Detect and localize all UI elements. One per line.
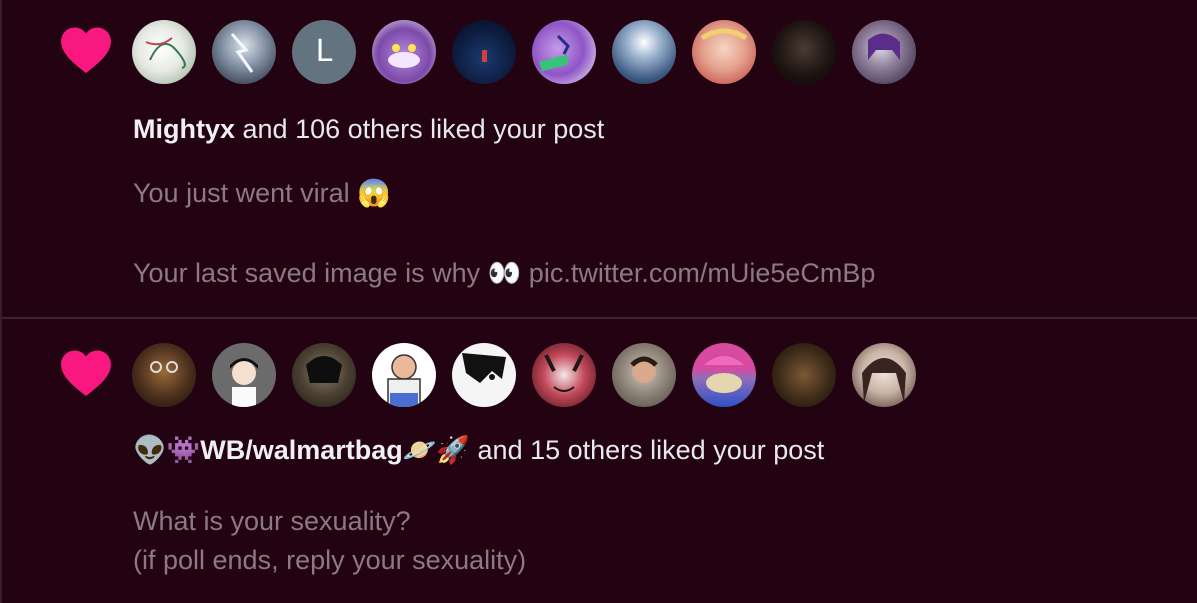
post-text-line-1: You just went viral 😱 xyxy=(133,178,391,208)
actor-name[interactable]: Mightyx xyxy=(133,114,235,144)
avatar[interactable] xyxy=(532,20,596,84)
post-text-line-2: (if poll ends, reply your sexuality) xyxy=(133,545,527,575)
avatar[interactable] xyxy=(292,343,356,407)
avatar-row xyxy=(132,343,916,407)
avatar[interactable] xyxy=(852,343,916,407)
actor-name[interactable]: WB/walmartbag xyxy=(200,435,403,465)
actor-suffix-emoji: 🪐🚀 xyxy=(402,435,471,466)
avatar[interactable] xyxy=(692,20,756,84)
like-summary: Mightyx and 106 others liked your post xyxy=(133,114,604,145)
heart-icon xyxy=(61,350,111,396)
avatar-row: L xyxy=(132,20,916,84)
avatar[interactable] xyxy=(612,20,676,84)
actor-prefix-emoji: 👽👾 xyxy=(133,435,201,466)
avatar[interactable] xyxy=(852,20,916,84)
avatar[interactable] xyxy=(452,343,516,407)
avatar[interactable] xyxy=(612,343,676,407)
heart-icon xyxy=(61,27,111,73)
avatar-letter: L xyxy=(315,34,333,69)
avatar[interactable] xyxy=(772,20,836,84)
notification-like-2[interactable]: 👽👾WB/walmartbag🪐🚀 and 15 others liked yo… xyxy=(2,319,1197,603)
action-text: and 15 others liked your post xyxy=(470,435,825,465)
avatar[interactable] xyxy=(212,20,276,84)
avatar[interactable]: L xyxy=(292,20,356,84)
avatar[interactable] xyxy=(372,343,436,407)
action-text: and 106 others liked your post xyxy=(235,114,605,144)
post-text-line-2: Your last saved image is why 👀 pic.twitt… xyxy=(133,258,876,288)
avatar[interactable] xyxy=(692,343,756,407)
avatar[interactable] xyxy=(372,20,436,84)
avatar[interactable] xyxy=(452,20,516,84)
avatar[interactable] xyxy=(532,343,596,407)
notification-like-1[interactable]: L Mightyx and 106 others liked your post… xyxy=(2,0,1197,318)
post-text-line-1: What is your sexuality? xyxy=(133,506,411,536)
avatar[interactable] xyxy=(132,343,196,407)
like-summary: 👽👾WB/walmartbag🪐🚀 and 15 others liked yo… xyxy=(133,434,824,466)
avatar[interactable] xyxy=(212,343,276,407)
avatar[interactable] xyxy=(772,343,836,407)
avatar[interactable] xyxy=(132,20,196,84)
